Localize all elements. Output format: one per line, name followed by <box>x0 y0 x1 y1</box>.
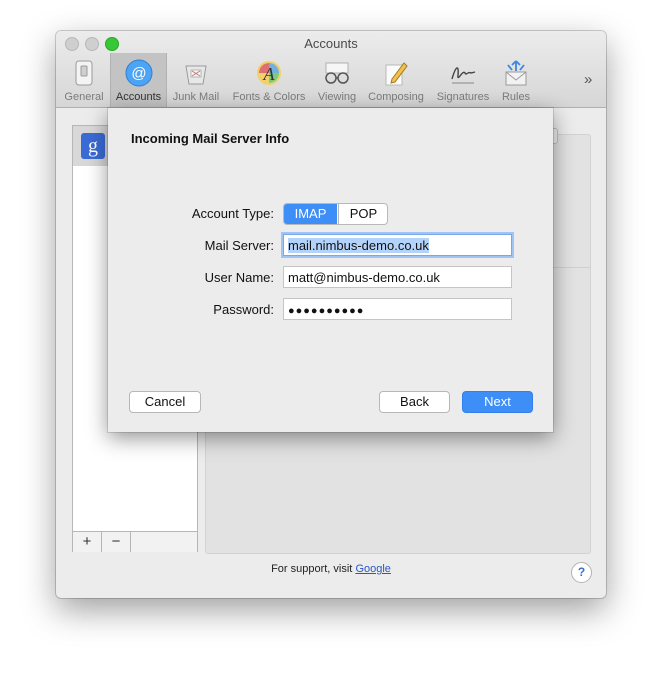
accounts-at-icon: @ <box>125 59 152 87</box>
toolbar-general[interactable]: General <box>62 53 106 107</box>
account-type-pop[interactable]: POP <box>338 204 387 224</box>
mail-server-value: mail.nimbus-demo.co.uk <box>288 238 429 253</box>
general-switch-icon <box>75 60 93 86</box>
toolbar-accounts[interactable]: @ Accounts <box>110 53 167 107</box>
add-account-button[interactable]: + <box>73 532 102 552</box>
cancel-button[interactable]: Cancel <box>129 391 201 413</box>
back-button[interactable]: Back <box>379 391 450 413</box>
password-value: ●●●●●●●●●● <box>288 305 365 317</box>
mail-server-input[interactable]: mail.nimbus-demo.co.uk <box>283 234 512 256</box>
sheet-title: Incoming Mail Server Info <box>131 131 290 146</box>
support-text: For support, visit Google <box>56 563 606 575</box>
account-type-segmented-control: IMAP POP <box>283 203 388 225</box>
user-name-label: User Name: <box>204 270 274 285</box>
google-account-icon: g <box>81 133 105 159</box>
toolbar-junk-mail[interactable]: Junk Mail <box>168 53 224 107</box>
user-name-value: matt@nimbus-demo.co.uk <box>288 270 440 285</box>
viewing-glasses-icon <box>325 62 349 84</box>
support-prefix: For support, visit <box>271 563 353 575</box>
mail-server-label: Mail Server: <box>204 238 274 253</box>
signatures-icon <box>451 67 476 84</box>
junk-mail-trash-icon <box>185 65 207 85</box>
help-button[interactable]: ? <box>571 562 592 583</box>
rules-envelope-icon <box>505 60 527 86</box>
svg-text:A: A <box>263 64 276 84</box>
support-link[interactable]: Google <box>355 563 390 575</box>
toolbar-signatures[interactable]: Signatures <box>432 53 494 107</box>
toolbar-composing[interactable]: Composing <box>364 53 428 107</box>
user-name-input[interactable]: matt@nimbus-demo.co.uk <box>283 266 512 288</box>
incoming-mail-server-sheet: Incoming Mail Server Info Account Type: … <box>108 108 553 432</box>
toolbar-fonts-colors[interactable]: A Fonts & Colors <box>228 53 310 107</box>
fonts-colors-icon: A <box>257 61 281 85</box>
toolbar-viewing[interactable]: Viewing <box>314 53 360 107</box>
password-label: Password: <box>213 302 274 317</box>
password-input[interactable]: ●●●●●●●●●● <box>283 298 512 320</box>
toolbar-overflow-chevron-icon[interactable]: » <box>584 71 592 88</box>
account-type-label: Account Type: <box>191 206 274 221</box>
accounts-list-footer: + − <box>73 531 197 552</box>
next-button[interactable]: Next <box>462 391 533 413</box>
account-type-imap[interactable]: IMAP <box>284 204 337 224</box>
remove-account-button[interactable]: − <box>102 532 131 552</box>
toolbar-rules[interactable]: Rules <box>498 53 534 107</box>
window-title: Accounts <box>304 36 358 51</box>
svg-text:@: @ <box>131 65 146 82</box>
composing-pencil-icon <box>385 62 408 86</box>
title-bar: Accounts General @ Accounts Junk Mail A … <box>56 31 606 108</box>
